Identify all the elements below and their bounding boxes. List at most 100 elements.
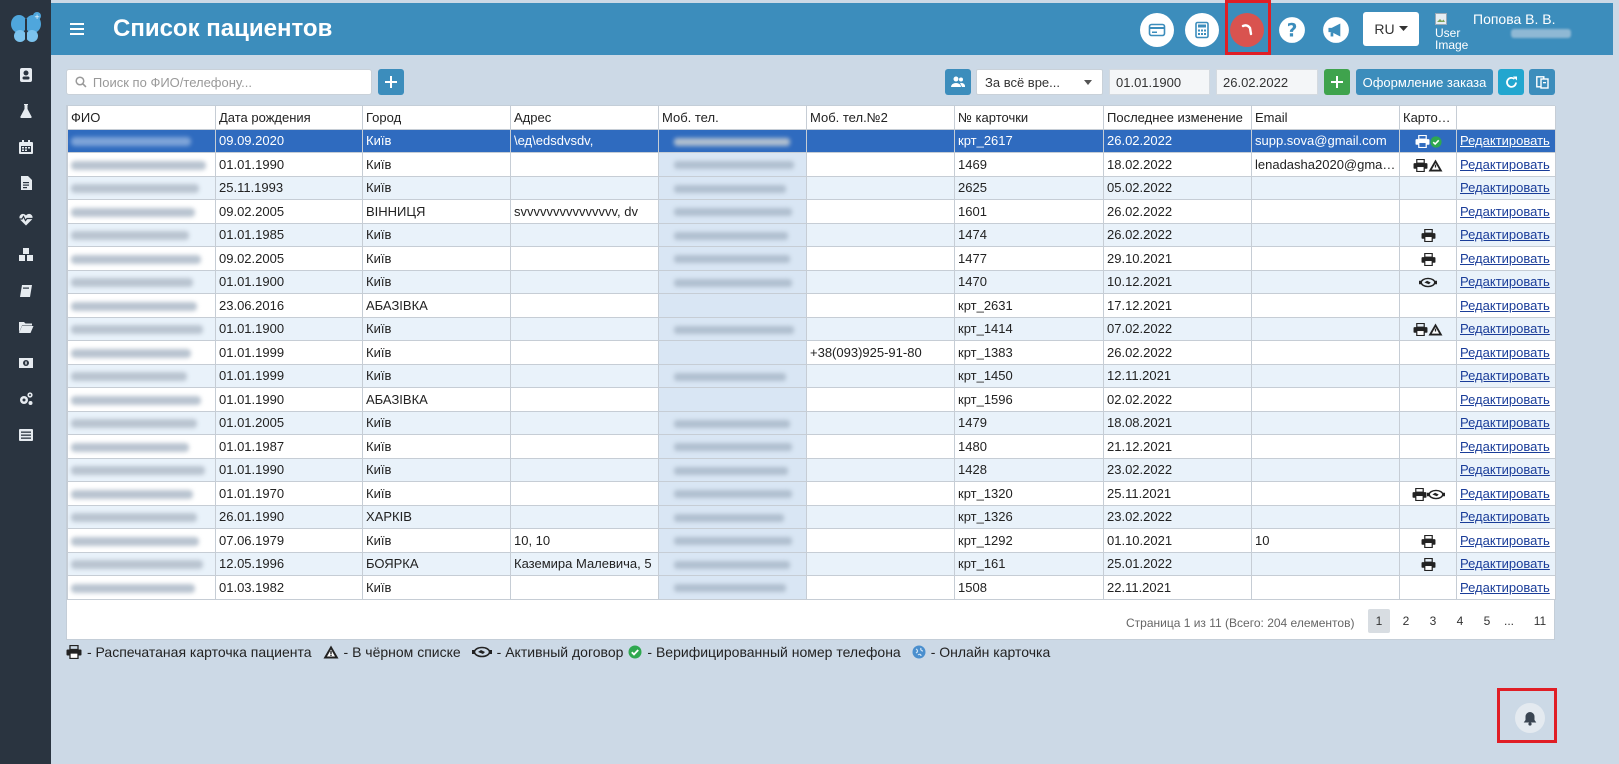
col-header-card-flags[interactable]: Карточ... bbox=[1399, 106, 1457, 130]
patient-groups-button[interactable] bbox=[945, 69, 971, 95]
table-row[interactable]: 09.02.2005 ВІННИЦЯ svvvvvvvvvvvvvvv, dv 160… bbox=[67, 199, 1556, 224]
sidebar-item-calendar[interactable] bbox=[0, 129, 51, 165]
page-1[interactable]: 1 bbox=[1368, 609, 1390, 633]
place-order-button[interactable]: Оформление заказа bbox=[1356, 69, 1493, 95]
edit-link[interactable]: Редактировать bbox=[1460, 133, 1550, 148]
sidebar-item-list[interactable] bbox=[0, 417, 51, 453]
page-3[interactable]: 3 bbox=[1422, 609, 1444, 633]
edit-link[interactable]: Редактировать bbox=[1460, 298, 1550, 313]
table-row[interactable]: 01.03.1982 Київ 1508 22.11.2021 Редактироват… bbox=[67, 575, 1556, 600]
col-header-fio[interactable]: ФИО bbox=[67, 106, 216, 130]
add-order-button[interactable] bbox=[1324, 69, 1350, 95]
user-name[interactable]: Попова В. В. bbox=[1473, 11, 1556, 27]
table-row[interactable]: 01.01.1990 Київ 1428 23.02.2022 Редактироват… bbox=[67, 457, 1556, 482]
user-avatar[interactable]: User Image bbox=[1435, 13, 1469, 55]
cell-mobile bbox=[658, 434, 807, 459]
table-row[interactable]: 25.11.1993 Київ 2625 05.02.2022 Редактироват… bbox=[67, 175, 1556, 200]
table-row[interactable]: 01.01.1999 Київ +38(093)925-91-80 крт_1383 2… bbox=[67, 340, 1556, 365]
edit-link[interactable]: Редактировать bbox=[1460, 204, 1550, 219]
page-title: Список пациентов bbox=[113, 15, 333, 42]
edit-link[interactable]: Редактировать bbox=[1460, 533, 1550, 548]
cell-last-change: 26.02.2022 bbox=[1103, 340, 1252, 365]
cell-mobile2 bbox=[806, 481, 955, 506]
page-4[interactable]: 4 bbox=[1449, 609, 1471, 633]
edit-link[interactable]: Редактировать bbox=[1460, 556, 1550, 571]
col-header-email[interactable]: Email bbox=[1251, 106, 1400, 130]
edit-link[interactable]: Редактировать bbox=[1460, 345, 1550, 360]
edit-link[interactable]: Редактировать bbox=[1460, 392, 1550, 407]
edit-link[interactable]: Редактировать bbox=[1460, 251, 1550, 266]
sidebar-item-files[interactable] bbox=[0, 309, 51, 345]
table-row[interactable]: 01.01.1900 Київ 1470 10.12.2021 Редактироват… bbox=[67, 269, 1556, 294]
menu-toggle-button[interactable] bbox=[57, 3, 97, 55]
globe-icon bbox=[912, 645, 926, 659]
cell-actions: Редактировать bbox=[1456, 410, 1556, 435]
table-row[interactable]: 09.02.2005 Київ 1477 29.10.2021 Редактироват… bbox=[67, 246, 1556, 271]
add-patient-button[interactable] bbox=[378, 69, 404, 95]
table-row[interactable]: 01.01.1990 АБАЗІВКА крт_1596 02.02.2022 Реда… bbox=[67, 387, 1556, 412]
page-5[interactable]: 5 bbox=[1476, 609, 1498, 633]
table-row[interactable]: 01.01.1985 Київ 1474 26.02.2022 Редактироват… bbox=[67, 222, 1556, 247]
edit-link[interactable]: Редактировать bbox=[1460, 321, 1550, 336]
table-row[interactable]: 01.01.1987 Київ 1480 21.12.2021 Редактироват… bbox=[67, 434, 1556, 459]
period-select[interactable]: За всё вре... bbox=[976, 69, 1103, 95]
money-icon bbox=[18, 358, 33, 368]
cell-last-change: 29.10.2021 bbox=[1103, 246, 1252, 271]
sidebar-item-finance[interactable] bbox=[0, 345, 51, 381]
app-logo[interactable]: + bbox=[0, 0, 51, 55]
col-header-birthdate[interactable]: Дата рождения bbox=[215, 106, 363, 130]
sidebar-item-patients[interactable] bbox=[0, 57, 51, 93]
sidebar-item-groups[interactable] bbox=[0, 237, 51, 273]
cell-email bbox=[1251, 504, 1400, 529]
table-row[interactable]: 23.06.2016 АБАЗІВКА крт_2631 17.12.2021 Реда… bbox=[67, 293, 1556, 318]
sidebar-item-health[interactable] bbox=[0, 201, 51, 237]
sidebar-item-journal[interactable] bbox=[0, 273, 51, 309]
table-row[interactable]: 09.09.2020 Київ \ед\edsdvsdv, крт_2617 26.02… bbox=[67, 128, 1556, 153]
page-2[interactable]: 2 bbox=[1395, 609, 1417, 633]
col-header-card-number[interactable]: № карточки bbox=[954, 106, 1104, 130]
edit-link[interactable]: Редактировать bbox=[1460, 439, 1550, 454]
date-to-field[interactable]: 26.02.2022 bbox=[1216, 69, 1318, 95]
language-select[interactable]: RU bbox=[1363, 12, 1419, 46]
refresh-button[interactable] bbox=[1498, 69, 1524, 95]
page-11[interactable]: 11 bbox=[1529, 609, 1551, 633]
table-row[interactable]: 01.01.1970 Київ крт_1320 25.11.2021 Редактир… bbox=[67, 481, 1556, 506]
help-button[interactable]: ? bbox=[1275, 13, 1309, 47]
payment-card-button[interactable] bbox=[1140, 13, 1174, 47]
calculator-button[interactable] bbox=[1185, 13, 1219, 47]
col-header-mobile2[interactable]: Моб. тел.№2 bbox=[806, 106, 955, 130]
edit-link[interactable]: Редактировать bbox=[1460, 180, 1550, 195]
table-row[interactable]: 12.05.1996 БОЯРКА Каземира Малевича, 5 крт_… bbox=[67, 551, 1556, 576]
announcements-button[interactable] bbox=[1319, 13, 1353, 47]
edit-link[interactable]: Редактировать bbox=[1460, 415, 1550, 430]
edit-link[interactable]: Редактировать bbox=[1460, 157, 1550, 172]
date-from-field[interactable]: 01.01.1900 bbox=[1109, 69, 1210, 95]
edit-link[interactable]: Редактировать bbox=[1460, 274, 1550, 289]
sidebar-item-lab[interactable] bbox=[0, 93, 51, 129]
edit-link[interactable]: Редактировать bbox=[1460, 580, 1550, 595]
edit-link[interactable]: Редактировать bbox=[1460, 509, 1550, 524]
table-row[interactable]: 07.06.1979 Київ 10, 10 крт_1292 01.10.2021 10… bbox=[67, 528, 1556, 553]
print-icon bbox=[66, 645, 82, 659]
col-header-address[interactable]: Адрес bbox=[510, 106, 659, 130]
col-header-mobile[interactable]: Моб. тел. bbox=[658, 106, 807, 130]
table-row[interactable]: 26.01.1990 ХАРКІВ крт_1326 23.02.2022 Редакт… bbox=[67, 504, 1556, 529]
sidebar-item-documents[interactable] bbox=[0, 165, 51, 201]
col-header-city[interactable]: Город bbox=[362, 106, 511, 130]
table-row[interactable]: 01.01.1999 Київ крт_1450 12.11.2021 Редактир… bbox=[67, 363, 1556, 388]
cell-fio bbox=[67, 340, 216, 365]
table-row[interactable]: 01.01.2005 Київ 1479 18.08.2021 Редактироват… bbox=[67, 410, 1556, 435]
edit-link[interactable]: Редактировать bbox=[1460, 462, 1550, 477]
edit-link[interactable]: Редактировать bbox=[1460, 486, 1550, 501]
search-input[interactable] bbox=[92, 74, 371, 90]
edit-link[interactable]: Редактировать bbox=[1460, 368, 1550, 383]
table-row[interactable]: 01.01.1900 Київ крт_1414 07.02.2022 Редактир… bbox=[67, 316, 1556, 341]
columns-button[interactable] bbox=[1529, 69, 1555, 95]
cell-mobile bbox=[658, 222, 807, 247]
search-box[interactable] bbox=[66, 69, 372, 95]
table-row[interactable]: 01.01.1990 Київ 1469 18.02.2022 lenadasha202… bbox=[67, 152, 1556, 177]
sidebar-item-settings[interactable] bbox=[0, 381, 51, 417]
col-header-last-change[interactable]: Последнее изменение bbox=[1103, 106, 1252, 130]
edit-link[interactable]: Редактировать bbox=[1460, 227, 1550, 242]
cell-mobile bbox=[658, 175, 807, 200]
